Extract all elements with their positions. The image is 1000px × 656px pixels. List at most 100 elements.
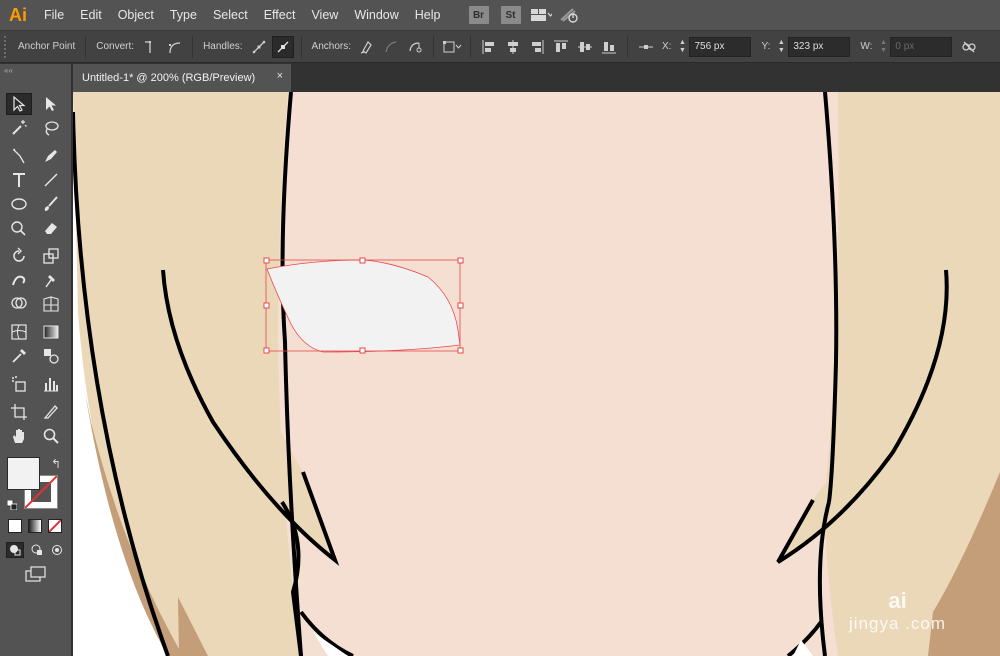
- link-constrain-icon[interactable]: [958, 36, 980, 58]
- symbol-sprayer-tool-icon[interactable]: [6, 373, 32, 395]
- cut-path-icon[interactable]: [404, 36, 426, 58]
- menu-help[interactable]: Help: [407, 0, 449, 30]
- align-top-icon[interactable]: [550, 36, 572, 58]
- blend-tool-icon[interactable]: [38, 345, 64, 367]
- eyedropper-tool-icon[interactable]: [6, 345, 32, 367]
- gpu-performance-icon[interactable]: [558, 4, 580, 26]
- shaper-tool-icon[interactable]: [6, 217, 32, 239]
- gradient-mode-icon[interactable]: [28, 519, 42, 533]
- document-tab[interactable]: Untitled-1* @ 200% (RGB/Preview) ×: [73, 64, 291, 92]
- menu-type[interactable]: Type: [162, 0, 205, 30]
- watermark-text: jingya .com: [849, 614, 946, 633]
- w-label: W:: [860, 41, 873, 52]
- align-center-v-icon[interactable]: [574, 36, 596, 58]
- hide-handles-icon[interactable]: [271, 35, 294, 58]
- watermark-logo: ai: [888, 588, 907, 613]
- show-handles-icon[interactable]: [248, 36, 270, 58]
- paintbrush-tool-icon[interactable]: [38, 193, 64, 215]
- w-stepper-icon[interactable]: ▲ ▼: [876, 37, 890, 57]
- convert-to-corner-icon[interactable]: [139, 36, 161, 58]
- lasso-tool-icon[interactable]: [38, 117, 64, 139]
- color-mode-icon[interactable]: [8, 519, 22, 533]
- draw-behind-icon[interactable]: [28, 542, 46, 558]
- menu-edit[interactable]: Edit: [72, 0, 110, 30]
- reference-point-icon[interactable]: [635, 36, 657, 58]
- ellipse-tool-icon[interactable]: [6, 193, 32, 215]
- handle-top-left[interactable]: [263, 257, 270, 264]
- menu-window[interactable]: Window: [346, 0, 406, 30]
- warp-tool-icon[interactable]: [6, 269, 32, 291]
- puppet-warp-tool-icon[interactable]: [38, 269, 64, 291]
- x-stepper-icon[interactable]: ▲ ▼: [675, 37, 689, 57]
- column-graph-tool-icon[interactable]: [38, 373, 64, 395]
- y-stepper-icon[interactable]: ▲ ▼: [774, 37, 788, 57]
- control-bar: Anchor Point Convert: Handles: Anchors:: [0, 30, 1000, 63]
- magic-wand-tool-icon[interactable]: [6, 117, 32, 139]
- menu-bar: Ai File Edit Object Type Select Effect V…: [0, 0, 1000, 30]
- type-tool-icon[interactable]: [6, 169, 32, 191]
- rotate-tool-icon[interactable]: [6, 245, 32, 267]
- anchors-label: Anchors:: [311, 41, 351, 52]
- align-left-icon[interactable]: [478, 36, 500, 58]
- stock-button[interactable]: St: [500, 6, 521, 24]
- align-bottom-icon[interactable]: [598, 36, 620, 58]
- zoom-tool-icon[interactable]: [38, 425, 64, 447]
- none-mode-icon[interactable]: [48, 519, 62, 533]
- menu-object[interactable]: Object: [110, 0, 162, 30]
- mesh-tool-icon[interactable]: [6, 321, 32, 343]
- gradient-tool-icon[interactable]: [38, 321, 64, 343]
- transform-reference-icon[interactable]: [441, 36, 463, 58]
- control-bar-grip[interactable]: [4, 35, 10, 58]
- menu-file[interactable]: File: [36, 0, 72, 30]
- draw-inside-icon[interactable]: [48, 542, 66, 558]
- width-field[interactable]: 0 px: [890, 36, 953, 57]
- menu-effect[interactable]: Effect: [256, 0, 304, 30]
- align-center-h-icon[interactable]: [502, 36, 524, 58]
- pen-tool-icon[interactable]: [6, 145, 32, 167]
- handles-label: Handles:: [203, 41, 243, 52]
- tools-panel: «« ↰: [0, 64, 72, 656]
- y-position-field[interactable]: 323 px: [788, 36, 851, 57]
- line-segment-tool-icon[interactable]: [38, 169, 64, 191]
- eraser-tool-icon[interactable]: [38, 217, 64, 239]
- selection-tool-icon[interactable]: [6, 93, 32, 115]
- remove-anchor-icon[interactable]: [356, 36, 378, 58]
- artboard-canvas[interactable]: ai jingya .com: [73, 92, 1000, 656]
- artboard-tool-icon[interactable]: [6, 401, 32, 423]
- menu-view[interactable]: View: [303, 0, 346, 30]
- watermark: ai jingya .com: [849, 588, 946, 634]
- handle-top-center[interactable]: [359, 257, 366, 264]
- collapse-panel-icon[interactable]: ««: [4, 66, 13, 75]
- curvature-tool-icon[interactable]: [38, 145, 64, 167]
- align-right-icon[interactable]: [526, 36, 548, 58]
- connect-anchors-icon[interactable]: [380, 36, 402, 58]
- hand-tool-icon[interactable]: [6, 425, 32, 447]
- perspective-grid-tool-icon[interactable]: [38, 293, 64, 315]
- handle-bottom-right[interactable]: [457, 347, 464, 354]
- selected-eye-shape[interactable]: [266, 259, 461, 353]
- x-label: X:: [662, 41, 672, 52]
- handle-bottom-left[interactable]: [263, 347, 270, 354]
- app-logo: Ai: [9, 4, 27, 25]
- default-colors-icon[interactable]: [6, 497, 18, 511]
- handle-top-right[interactable]: [457, 257, 464, 264]
- convert-to-smooth-icon[interactable]: [163, 36, 185, 58]
- slice-tool-icon[interactable]: [38, 401, 64, 423]
- handle-bottom-center[interactable]: [359, 347, 366, 354]
- workspace-layout-icon[interactable]: [530, 4, 552, 26]
- shape-builder-tool-icon[interactable]: [6, 293, 32, 315]
- artwork: [73, 92, 1000, 656]
- scale-tool-icon[interactable]: [38, 245, 64, 267]
- x-position-field[interactable]: 756 px: [689, 36, 752, 57]
- screen-mode-icon[interactable]: [24, 566, 48, 582]
- close-tab-icon[interactable]: ×: [277, 70, 283, 82]
- handle-middle-left[interactable]: [263, 302, 270, 309]
- direct-selection-tool-icon[interactable]: [38, 93, 64, 115]
- bridge-button[interactable]: Br: [468, 6, 489, 24]
- menu-select[interactable]: Select: [205, 0, 256, 30]
- document-tab-title: Untitled-1* @ 200% (RGB/Preview): [82, 72, 256, 84]
- swap-fill-stroke-icon[interactable]: ↰: [51, 457, 61, 471]
- handle-middle-right[interactable]: [457, 302, 464, 309]
- fill-color-swatch[interactable]: [7, 457, 40, 490]
- draw-normal-icon[interactable]: [6, 542, 24, 558]
